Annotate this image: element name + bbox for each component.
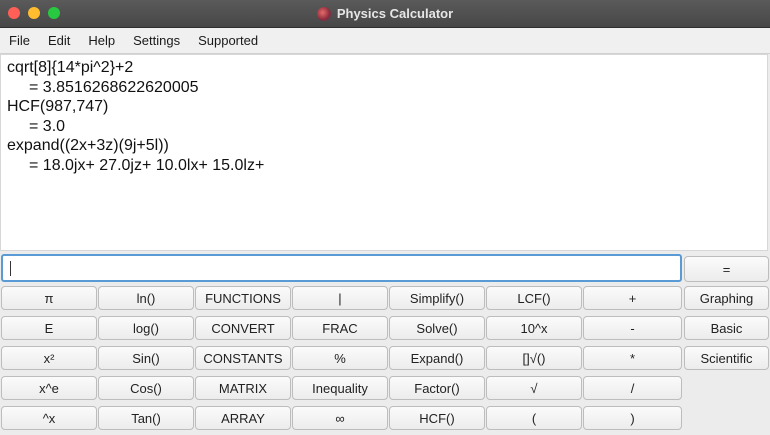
menu-bar: File Edit Help Settings Supported: [0, 28, 770, 54]
key-convert-button[interactable]: CONVERT: [195, 316, 291, 340]
result-line: = 3.0: [29, 117, 66, 135]
key-x-button[interactable]: ^x: [1, 406, 97, 430]
key-symbol-2-6-button[interactable]: *: [583, 346, 682, 370]
key-x-e-button[interactable]: x^e: [1, 376, 97, 400]
key-lcf-button[interactable]: LCF(): [486, 286, 582, 310]
key-symbol-1-6-button[interactable]: -: [583, 316, 682, 340]
app-icon: [316, 6, 331, 21]
key-factor-button[interactable]: Factor(): [389, 376, 485, 400]
key-log-button[interactable]: log(): [98, 316, 194, 340]
key-array-button[interactable]: ARRAY: [195, 406, 291, 430]
expression-line: expand((2x+3z)(9j+5l)): [7, 137, 169, 154]
key-inequality-button[interactable]: Inequality: [292, 376, 388, 400]
key-symbol-4-5-button[interactable]: (: [486, 406, 582, 430]
key-symbol-2-3-button[interactable]: %: [292, 346, 388, 370]
equals-button[interactable]: =: [684, 256, 769, 282]
key-frac-button[interactable]: FRAC: [292, 316, 388, 340]
window-title-group: Physics Calculator: [0, 0, 770, 27]
key-symbol-0-0-button[interactable]: π: [1, 286, 97, 310]
menu-supported[interactable]: Supported: [189, 33, 267, 48]
key-solve-button[interactable]: Solve(): [389, 316, 485, 340]
result-line: = 3.8516268622620005: [29, 78, 199, 96]
output-history[interactable]: cqrt[8]{14*pi^2}+2 = 3.8516268622620005 HC…: [0, 54, 768, 251]
key-cos-button[interactable]: Cos(): [98, 376, 194, 400]
menu-settings[interactable]: Settings: [124, 33, 189, 48]
expression-line: cqrt[8]{14*pi^2}+2: [7, 59, 134, 76]
key-basic-button[interactable]: Basic: [684, 316, 769, 340]
menu-file[interactable]: File: [0, 33, 39, 48]
key-constants-button[interactable]: CONSTANTS: [195, 346, 291, 370]
key-matrix-button[interactable]: MATRIX: [195, 376, 291, 400]
key-scientific-button[interactable]: Scientific: [684, 346, 769, 370]
key-10-x-button[interactable]: 10^x: [486, 316, 582, 340]
title-bar: Physics Calculator: [0, 0, 770, 28]
result-line: = 18.0jx+ 27.0jz+ 10.0lx+ 15.0lz+: [29, 156, 265, 174]
key-symbol-0-6-button[interactable]: +: [583, 286, 682, 310]
key-hcf-button[interactable]: HCF(): [389, 406, 485, 430]
key-expand-button[interactable]: Expand(): [389, 346, 485, 370]
window-title: Physics Calculator: [336, 6, 454, 21]
menu-edit[interactable]: Edit: [39, 33, 79, 48]
key-symbol-4-3-button[interactable]: ∞: [292, 406, 388, 430]
key-symbol-3-5-button[interactable]: √: [486, 376, 582, 400]
key-symbol-0-3-button[interactable]: |: [292, 286, 388, 310]
expression-line: HCF(987,747): [7, 98, 109, 115]
key-sin-button[interactable]: Sin(): [98, 346, 194, 370]
key-symbol-2-5-button[interactable]: []√(): [486, 346, 582, 370]
key-ln-button[interactable]: ln(): [98, 286, 194, 310]
key-e-button[interactable]: E: [1, 316, 97, 340]
key-symbol-4-6-button[interactable]: ): [583, 406, 682, 430]
expression-input[interactable]: [1, 254, 682, 282]
menu-help[interactable]: Help: [79, 33, 124, 48]
key-tan-button[interactable]: Tan(): [98, 406, 194, 430]
key-x-button[interactable]: x²: [1, 346, 97, 370]
key-symbol-3-6-button[interactable]: /: [583, 376, 682, 400]
key-simplify-button[interactable]: Simplify(): [389, 286, 485, 310]
text-caret: [10, 261, 11, 276]
key-graphing-button[interactable]: Graphing: [684, 286, 769, 310]
key-functions-button[interactable]: FUNCTIONS: [195, 286, 291, 310]
